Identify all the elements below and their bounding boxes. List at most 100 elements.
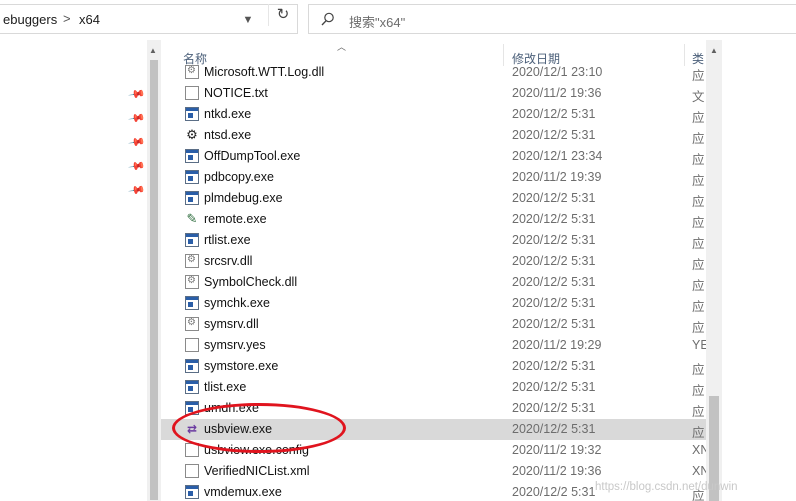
file-date: 2020/12/2 5:31: [512, 128, 596, 142]
file-row[interactable]: rtlist.exe 2020/12/2 5:31 应: [161, 230, 706, 251]
file-name[interactable]: tlist.exe: [204, 380, 246, 394]
file-row[interactable]: pdbcopy.exe 2020/11/2 19:39 应: [161, 167, 706, 188]
file-date: 2020/11/2 19:36: [512, 86, 602, 100]
file-row[interactable]: symsrv.yes 2020/11/2 19:29 YE: [161, 335, 706, 356]
pin-icon[interactable]: 📌: [128, 157, 147, 176]
pin-icon[interactable]: 📌: [128, 181, 147, 200]
file-row[interactable]: OffDumpTool.exe 2020/12/1 23:34 应: [161, 146, 706, 167]
file-name[interactable]: symstore.exe: [204, 359, 278, 373]
search-icon: [321, 12, 334, 26]
file-date: 2020/11/2 19:32: [512, 443, 602, 457]
exe-icon: [185, 170, 199, 184]
breadcrumb-separator[interactable]: >: [63, 11, 71, 26]
file-row[interactable]: SymbolCheck.dll 2020/12/2 5:31 应: [161, 272, 706, 293]
remote-icon: ✎: [186, 211, 198, 226]
file-name[interactable]: symsrv.yes: [204, 338, 266, 352]
scroll-up-icon[interactable]: ▲: [710, 46, 718, 55]
file-name[interactable]: symchk.exe: [204, 296, 270, 310]
file-row[interactable]: VerifiedNICList.xml 2020/11/2 19:36 XN: [161, 461, 706, 482]
watermark: https://blog.csdn.net/dunwin: [595, 481, 738, 493]
file-date: 2020/12/2 5:31: [512, 401, 596, 415]
file-row[interactable]: Microsoft.WTT.Log.dll 2020/12/1 23:10 应: [161, 62, 706, 83]
file-type: XN: [692, 464, 706, 478]
file-date: 2020/12/2 5:31: [512, 422, 596, 436]
file-type: 应: [692, 426, 705, 440]
file-date: 2020/12/2 5:31: [512, 485, 596, 499]
search-box[interactable]: 搜索"x64": [308, 4, 796, 34]
file-type: 应: [692, 384, 705, 398]
file-name[interactable]: plmdebug.exe: [204, 191, 283, 205]
file-row[interactable]: ⚙ ntsd.exe 2020/12/2 5:31 应: [161, 125, 706, 147]
file-row[interactable]: ntkd.exe 2020/12/2 5:31 应: [161, 104, 706, 125]
file-row[interactable]: NOTICE.txt 2020/11/2 19:36 文: [161, 83, 706, 104]
file-type: 应: [692, 258, 705, 272]
file-name[interactable]: pdbcopy.exe: [204, 170, 274, 184]
file-date: 2020/12/2 5:31: [512, 254, 596, 268]
file-date: 2020/12/2 5:31: [512, 380, 596, 394]
blank-file-icon: [185, 338, 199, 352]
file-name[interactable]: ntkd.exe: [204, 107, 251, 121]
file-date: 2020/12/2 5:31: [512, 107, 596, 121]
refresh-button[interactable]: ↻: [268, 4, 297, 26]
file-name[interactable]: rtlist.exe: [204, 233, 251, 247]
file-type: 应: [692, 153, 705, 167]
address-field[interactable]: ebuggers > x64 ▼: [0, 4, 298, 34]
dll-icon: [185, 65, 199, 79]
exe-icon: [185, 149, 199, 163]
refresh-icon: ↻: [276, 6, 290, 23]
file-date: 2020/12/2 5:31: [512, 212, 596, 226]
pin-icon[interactable]: 📌: [128, 85, 147, 104]
file-type: XN: [692, 443, 706, 457]
file-name[interactable]: VerifiedNICList.xml: [204, 464, 310, 478]
exe-icon: [185, 191, 199, 205]
file-date: 2020/11/2 19:39: [512, 170, 602, 184]
file-row[interactable]: symsrv.dll 2020/12/2 5:31 应: [161, 314, 706, 335]
file-date: 2020/12/2 5:31: [512, 317, 596, 331]
sort-ascending-icon: ︿: [337, 42, 347, 52]
chevron-down-icon[interactable]: ▼: [235, 9, 261, 31]
exe-icon: [185, 485, 199, 499]
file-type: 文: [692, 90, 705, 104]
breadcrumb-debuggers[interactable]: ebuggers: [3, 12, 57, 27]
file-name[interactable]: symsrv.dll: [204, 317, 259, 331]
exe-icon: [185, 233, 199, 247]
file-row[interactable]: plmdebug.exe 2020/12/2 5:31 应: [161, 188, 706, 209]
dll-icon: [185, 317, 199, 331]
scrollbar-thumb[interactable]: [150, 60, 158, 500]
exe-icon: [185, 107, 199, 121]
scroll-up-icon[interactable]: ▲: [149, 46, 157, 55]
file-row[interactable]: tlist.exe 2020/12/2 5:31 应: [161, 377, 706, 398]
file-date: 2020/11/2 19:36: [512, 464, 602, 478]
file-name[interactable]: Microsoft.WTT.Log.dll: [204, 65, 324, 79]
pin-icon[interactable]: 📌: [128, 133, 147, 152]
file-name[interactable]: srcsrv.dll: [204, 254, 252, 268]
exe-icon: [185, 296, 199, 310]
file-date: 2020/12/2 5:31: [512, 275, 596, 289]
file-name[interactable]: vmdemux.exe: [204, 485, 282, 499]
file-date: 2020/12/2 5:31: [512, 296, 596, 310]
file-row[interactable]: ✎ remote.exe 2020/12/2 5:31 应: [161, 209, 706, 231]
file-row[interactable]: symstore.exe 2020/12/2 5:31 应: [161, 356, 706, 377]
breadcrumb-x64[interactable]: x64: [79, 12, 100, 27]
text-file-icon: [185, 86, 199, 100]
preview-pane: [722, 40, 796, 501]
search-input[interactable]: 搜索"x64": [349, 12, 405, 31]
pin-icon[interactable]: 📌: [128, 109, 147, 128]
exe-icon: [185, 380, 199, 394]
file-row[interactable]: symchk.exe 2020/12/2 5:31 应: [161, 293, 706, 314]
file-row[interactable]: srcsrv.dll 2020/12/2 5:31 应: [161, 251, 706, 272]
file-type: YE: [692, 338, 706, 352]
address-bar: ebuggers > x64 ▼ ↻ 搜索"x64": [0, 0, 796, 40]
file-name[interactable]: ntsd.exe: [204, 128, 251, 142]
file-name[interactable]: remote.exe: [204, 212, 267, 226]
file-date: 2020/11/2 19:29: [512, 338, 602, 352]
xml-file-icon: [185, 464, 199, 478]
file-date: 2020/12/2 5:31: [512, 359, 596, 373]
file-name[interactable]: OffDumpTool.exe: [204, 149, 300, 163]
navigation-scrollbar[interactable]: ▲: [147, 40, 161, 501]
file-list-scrollbar[interactable]: ▲: [706, 40, 722, 501]
file-type: 应: [692, 279, 705, 293]
file-name[interactable]: SymbolCheck.dll: [204, 275, 297, 289]
file-name[interactable]: NOTICE.txt: [204, 86, 268, 100]
file-date: 2020/12/2 5:31: [512, 191, 596, 205]
